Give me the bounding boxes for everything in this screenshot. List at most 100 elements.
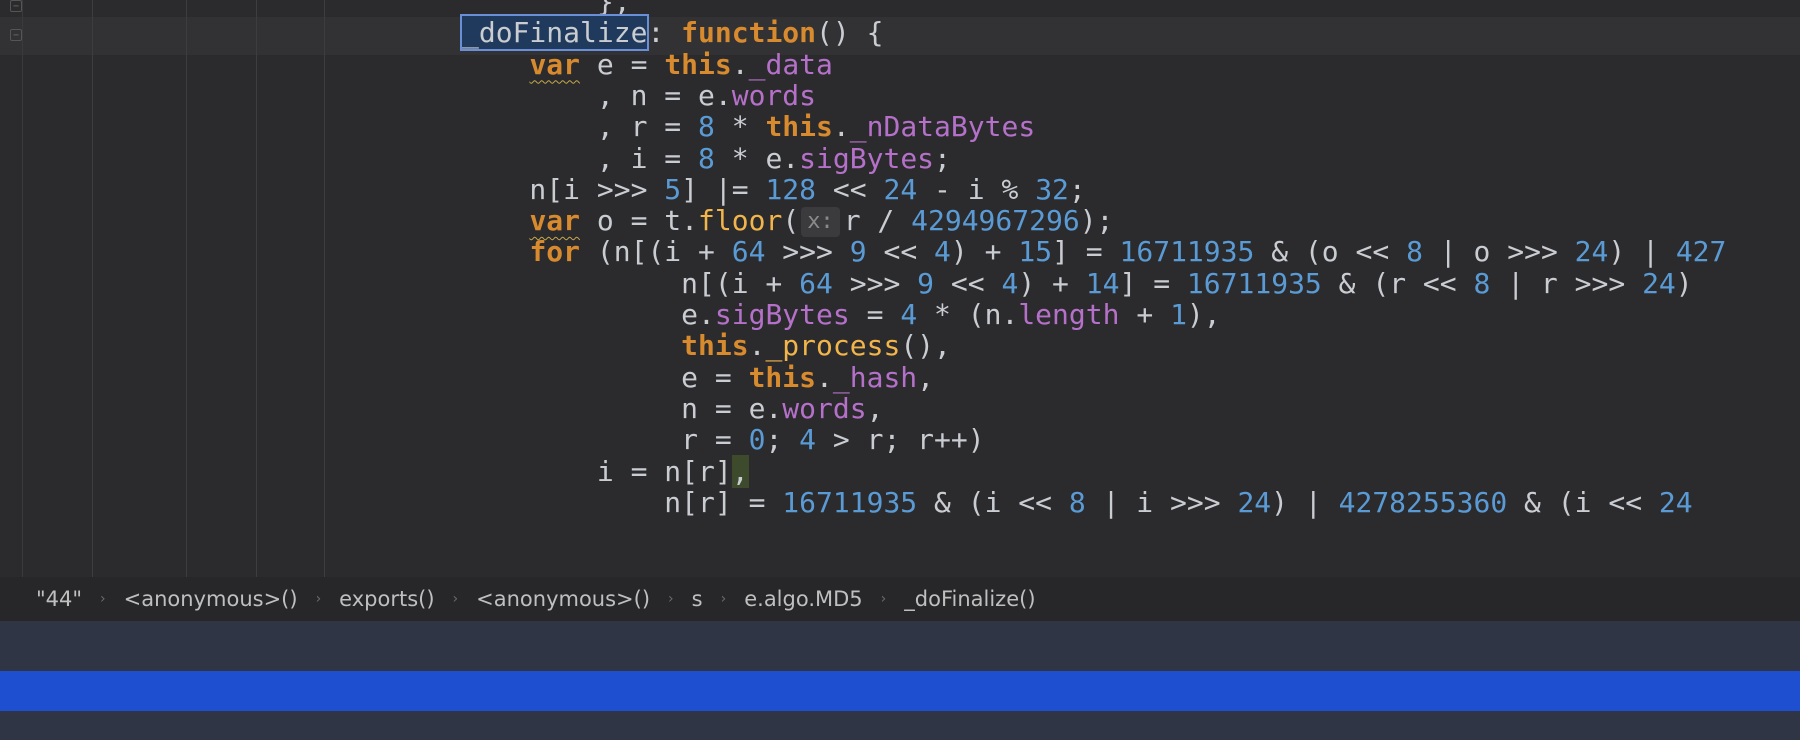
- code-token: ] =: [1119, 266, 1187, 300]
- code-token: 8: [698, 141, 715, 175]
- code-token: .: [832, 110, 850, 144]
- code-token: n[(i +: [462, 266, 800, 300]
- code-token: 24: [1237, 485, 1272, 519]
- code-token: () {: [816, 16, 884, 50]
- chevron-right-icon: ›: [668, 591, 674, 607]
- code-token: 24: [883, 172, 918, 206]
- code-token: <<: [816, 172, 884, 206]
- code-token: ,: [866, 391, 884, 425]
- breadcrumb-item[interactable]: <anonymous>(): [476, 587, 650, 611]
- code-token: 8: [1406, 235, 1423, 269]
- code-token: sigBytes: [799, 141, 935, 175]
- chevron-right-icon: ›: [720, 591, 727, 607]
- code-token: 8: [1473, 266, 1491, 300]
- code-token: =: [849, 298, 901, 331]
- code-token: & (r <<: [1321, 266, 1474, 300]
- code-token: ) +: [1018, 266, 1086, 300]
- code-token: _process: [765, 329, 901, 363]
- code-token: 8: [698, 110, 715, 144]
- breadcrumb-item[interactable]: exports(): [339, 587, 434, 611]
- code-token: ),: [1186, 298, 1221, 331]
- code-token: .: [731, 47, 749, 81]
- fold-marker-icon[interactable]: −: [10, 29, 22, 41]
- parameter-hint: x:: [801, 207, 840, 238]
- code-token: 24: [1658, 485, 1693, 519]
- code-token: o = t.: [580, 204, 699, 238]
- code-token: 4278255360: [1338, 485, 1508, 519]
- code-token: r /: [843, 204, 912, 238]
- code-token: _nDataBytes: [849, 110, 1036, 144]
- code-token: 9: [917, 266, 935, 300]
- code-token: 4294967296: [911, 204, 1080, 238]
- code-token: ] =: [1052, 235, 1120, 269]
- chevron-right-icon: ›: [452, 591, 459, 607]
- code-token: function: [681, 16, 817, 50]
- code-token: *: [714, 110, 766, 144]
- indent-guide: [186, 0, 187, 577]
- code-token: for: [529, 235, 581, 269]
- code-token: 128: [765, 172, 817, 206]
- code-token: ] |=: [681, 172, 766, 206]
- breadcrumb-item[interactable]: "44": [36, 587, 82, 611]
- code-token: 14: [1085, 266, 1120, 300]
- breadcrumb: "44" › <anonymous>() › exports() › <anonymous>…: [0, 577, 1800, 621]
- code-token: ,: [917, 360, 935, 394]
- code-token: 15: [1018, 235, 1053, 269]
- code-token: +: [1119, 298, 1171, 331]
- breadcrumb-item[interactable]: s: [692, 587, 703, 611]
- code-token: > r; r++): [816, 423, 985, 457]
- indent-guide: [324, 0, 325, 577]
- code-token: length: [1018, 298, 1120, 331]
- code-editor[interactable]: − − }, _doFinalize: function() { var e = …: [0, 0, 1800, 577]
- code-token: sigBytes: [714, 298, 850, 331]
- code-token: | o >>>: [1422, 235, 1575, 269]
- code-token: * e.: [714, 141, 800, 175]
- bottom-strip: [0, 711, 1800, 740]
- code-token: ;: [765, 423, 800, 457]
- code-token: words: [731, 78, 817, 112]
- code-token: ;: [1068, 172, 1086, 206]
- code-token: n[r] =: [462, 485, 783, 519]
- fold-marker-icon[interactable]: −: [10, 0, 22, 12]
- code-token: 8: [1068, 485, 1086, 519]
- code-token: 4: [1001, 266, 1019, 300]
- code-token: | i >>>: [1085, 485, 1238, 519]
- code-token: this: [681, 329, 749, 363]
- code-token: 4: [934, 235, 951, 269]
- code-token: (: [782, 204, 800, 238]
- current-line-highlight: [0, 17, 1800, 55]
- code-token: .: [816, 360, 833, 394]
- code-token: 16711935: [782, 485, 918, 519]
- code-token: 5: [664, 172, 682, 206]
- code-token: 32: [1035, 172, 1069, 206]
- code-token: i = n[r]: [462, 454, 732, 488]
- code-token: this: [748, 360, 817, 394]
- code-token: var: [529, 204, 581, 238]
- code-token: (),: [900, 329, 951, 363]
- code-token: 0: [748, 423, 766, 457]
- code-token: ) +: [950, 235, 1019, 269]
- code-token: ;: [934, 141, 951, 175]
- tool-window-bar: [0, 621, 1800, 671]
- code-token: 1: [1170, 298, 1187, 331]
- breadcrumb-item[interactable]: e.algo.MD5: [744, 587, 862, 611]
- code-token: _data: [748, 47, 833, 81]
- code-token: 64: [799, 266, 833, 300]
- breadcrumb-item[interactable]: <anonymous>(): [124, 587, 298, 611]
- chevron-right-icon: ›: [315, 591, 322, 607]
- code-token: 24: [1574, 235, 1609, 269]
- code-token: <<: [866, 235, 935, 269]
- breadcrumb-item[interactable]: _doFinalize(): [904, 587, 1035, 611]
- code-token: (n[(i +: [580, 235, 732, 269]
- code-line[interactable]: n[r] = 16711935 & (i << 8 | i >>> 24) | …: [462, 485, 1693, 521]
- code-token: & (i <<: [1507, 485, 1659, 519]
- code-token: ): [1675, 266, 1693, 300]
- code-token: this: [664, 47, 732, 81]
- indent-guide: [256, 0, 257, 577]
- code-token: r =: [462, 423, 749, 457]
- code-token: 4: [900, 298, 918, 331]
